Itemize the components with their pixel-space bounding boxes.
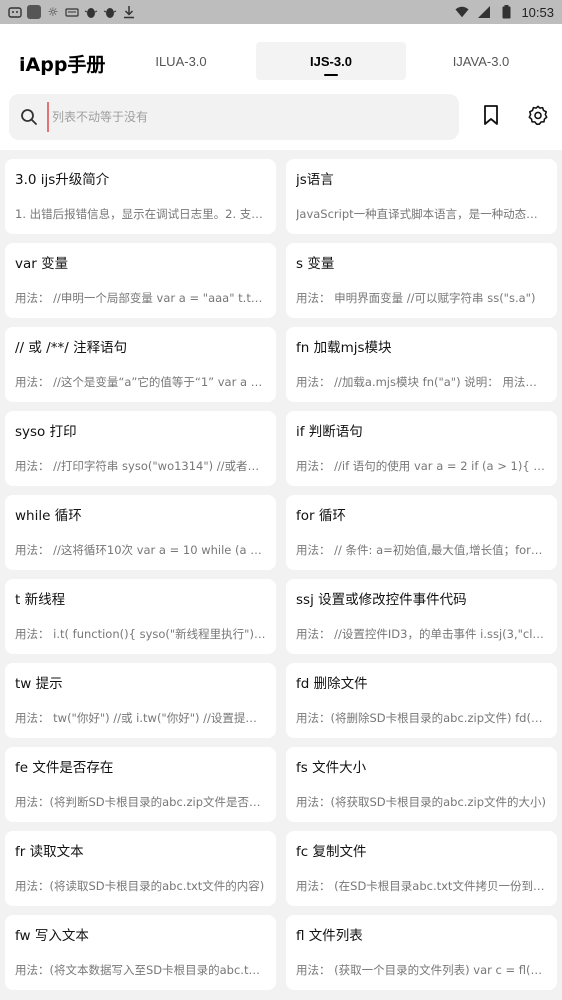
card-title: fe 文件是否存在 [15,760,114,776]
command-card[interactable]: s 变量用法： 申明界面变量 //可以赋字符串 ss("s.a") [286,243,557,318]
status-time: 10:53 [521,4,554,20]
card-description: JavaScript一种直译式脚本语言，是一种动态类型 [296,207,547,221]
wifi-icon [455,5,470,19]
bookmark-button[interactable] [478,104,504,130]
card-title: fw 写入文本 [15,928,89,944]
card-description: 用法：(将获取SD卡根目录的abc.zip文件的大小) [296,795,546,809]
command-card[interactable]: fl 文件列表用法： (获取一个目录的文件列表) var c = fl("/") [286,915,557,990]
card-description: 用法：(将删除SD卡根目录的abc.zip文件) fd("abc") [296,711,547,725]
card-title: tw 提示 [15,676,63,692]
card-description: 1. 出错后报错信息，显示在调试日志里。2. 支持更多语法 [15,207,266,221]
card-title: fc 复制文件 [296,844,367,860]
card-title: var 变量 [15,256,69,272]
command-card[interactable]: tw 提示用法： tw("你好") //或 i.tw("你好") //设置提示内… [5,663,276,738]
card-title: fl 文件列表 [296,928,363,944]
card-description: 用法：(将读取SD卡根目录的abc.txt文件的内容) [15,879,265,893]
card-title: ssj 设置或修改控件事件代码 [296,592,467,608]
keyboard-icon [65,5,79,19]
settings-button[interactable] [525,104,551,130]
card-description: 用法： //打印字符串 syso("wo1314") //或者打印变量 [15,459,266,473]
card-title: js语言 [296,172,334,188]
command-card[interactable]: syso 打印用法： //打印字符串 syso("wo1314") //或者打印… [5,411,276,486]
bug-icon [84,5,98,19]
command-card[interactable]: fr 读取文本用法：(将读取SD卡根目录的abc.txt文件的内容) [5,831,276,906]
card-title: fd 删除文件 [296,676,368,692]
android-icon [8,5,22,19]
card-description: 用法： (获取一个目录的文件列表) var c = fl("/") [296,963,547,977]
bottom-edge [0,994,562,1000]
app-icon [27,5,41,19]
card-description: 用法： tw("你好") //或 i.tw("你好") //设置提示内容 [15,711,266,725]
tab-ilua[interactable]: ILUA-3.0 [106,42,256,80]
battery-icon [499,5,513,19]
gear-icon [527,104,549,130]
command-card[interactable]: fs 文件大小用法：(将获取SD卡根目录的abc.zip文件的大小) [286,747,557,822]
card-description: 用法： //设置控件ID3，的单击事件 i.ssj(3,"clicki") [296,627,547,641]
command-card[interactable]: fn 加载mjs模块用法： //加载a.mjs模块 fn("a") 说明： 用法… [286,327,557,402]
card-description: 用法： (在SD卡根目录abc.txt文件拷贝一份到目录) [296,879,547,893]
tab-ijs[interactable]: IJS-3.0 [256,42,406,80]
card-description: 用法： // 条件: a=初始值,最大值,增长值；for循环 [296,543,547,557]
card-description: 用法： //加载a.mjs模块 fn("a") 说明： 用法说明 [296,375,547,389]
command-card[interactable]: // 或 /**/ 注释语句用法： //这个是变量“a”它的值等于“1” var… [5,327,276,402]
card-title: fn 加载mjs模块 [296,340,392,356]
status-left-icons: ☼ [8,5,136,19]
search-bar[interactable] [9,94,459,140]
status-bar: ☼ 10:53 [0,0,562,24]
weather-icon: ☼ [47,5,59,19]
bug-icon [103,5,117,19]
card-title: while 循环 [15,508,82,524]
command-card[interactable]: t 新线程用法： i.t( function(){ syso("新线程里执行")… [5,579,276,654]
card-title: syso 打印 [15,424,77,440]
card-title: t 新线程 [15,592,66,608]
card-description: 用法： //if 语句的使用 var a = 2 if (a > 1){ t.t… [296,459,547,473]
status-right-icons: 10:53 [455,5,554,20]
card-title: // 或 /**/ 注释语句 [15,340,128,356]
command-card[interactable]: fw 写入文本用法：(将文本数据写入至SD卡根目录的abc.txt文件) [5,915,276,990]
card-title: 3.0 ijs升级简介 [15,172,110,188]
card-description: 用法： //申明一个局部变量 var a = "aaa" t.tw(a) [15,291,266,305]
header: iApp手册 ILUA-3.0 IJS-3.0 IJAVA-3.0 [0,24,562,150]
card-description: 用法：(将文本数据写入至SD卡根目录的abc.txt文件) [15,963,266,977]
card-title: fr 读取文本 [15,844,84,860]
card-title: fs 文件大小 [296,760,367,776]
search-input[interactable] [47,102,427,132]
command-grid: 3.0 ijs升级简介 1. 出错后报错信息，显示在调试日志里。2. 支持更多语法… [5,159,557,990]
command-card[interactable]: if 判断语句用法： //if 语句的使用 var a = 2 if (a > … [286,411,557,486]
card-description: 用法：(将判断SD卡根目录的abc.zip文件是否存在) [15,795,266,809]
download-icon [122,5,136,19]
card-description: 用法： i.t( function(){ syso("新线程里执行") }) [15,627,266,641]
card-title: s 变量 [296,256,335,272]
card-description: 用法： //这个是变量“a”它的值等于“1” var a = 1 [15,375,266,389]
tab-ijava[interactable]: IJAVA-3.0 [406,42,556,80]
tab-bar: ILUA-3.0 IJS-3.0 IJAVA-3.0 [106,42,562,80]
command-card[interactable]: fc 复制文件用法： (在SD卡根目录abc.txt文件拷贝一份到目录) [286,831,557,906]
card-title: if 判断语句 [296,424,363,440]
card-description: 用法： 申明界面变量 //可以赋字符串 ss("s.a") [296,291,536,305]
card-title: for 循环 [296,508,346,524]
command-card[interactable]: ssj 设置或修改控件事件代码用法： //设置控件ID3，的单击事件 i.ssj… [286,579,557,654]
card-description: 用法： //这将循环10次 var a = 10 while (a > 0) [15,543,266,557]
command-card[interactable]: fd 删除文件用法：(将删除SD卡根目录的abc.zip文件) fd("abc"… [286,663,557,738]
bookmark-icon [482,104,500,130]
command-card[interactable]: for 循环用法： // 条件: a=初始值,最大值,增长值；for循环 [286,495,557,570]
app-title: iApp手册 [19,54,106,76]
signal-icon [477,5,491,19]
command-card[interactable]: 3.0 ijs升级简介 1. 出错后报错信息，显示在调试日志里。2. 支持更多语法 [5,159,276,234]
command-card[interactable]: js语言 JavaScript一种直译式脚本语言，是一种动态类型 [286,159,557,234]
search-icon [19,107,39,127]
command-card[interactable]: while 循环用法： //这将循环10次 var a = 10 while (… [5,495,276,570]
command-card[interactable]: fe 文件是否存在用法：(将判断SD卡根目录的abc.zip文件是否存在) [5,747,276,822]
command-card[interactable]: var 变量用法： //申明一个局部变量 var a = "aaa" t.tw(… [5,243,276,318]
